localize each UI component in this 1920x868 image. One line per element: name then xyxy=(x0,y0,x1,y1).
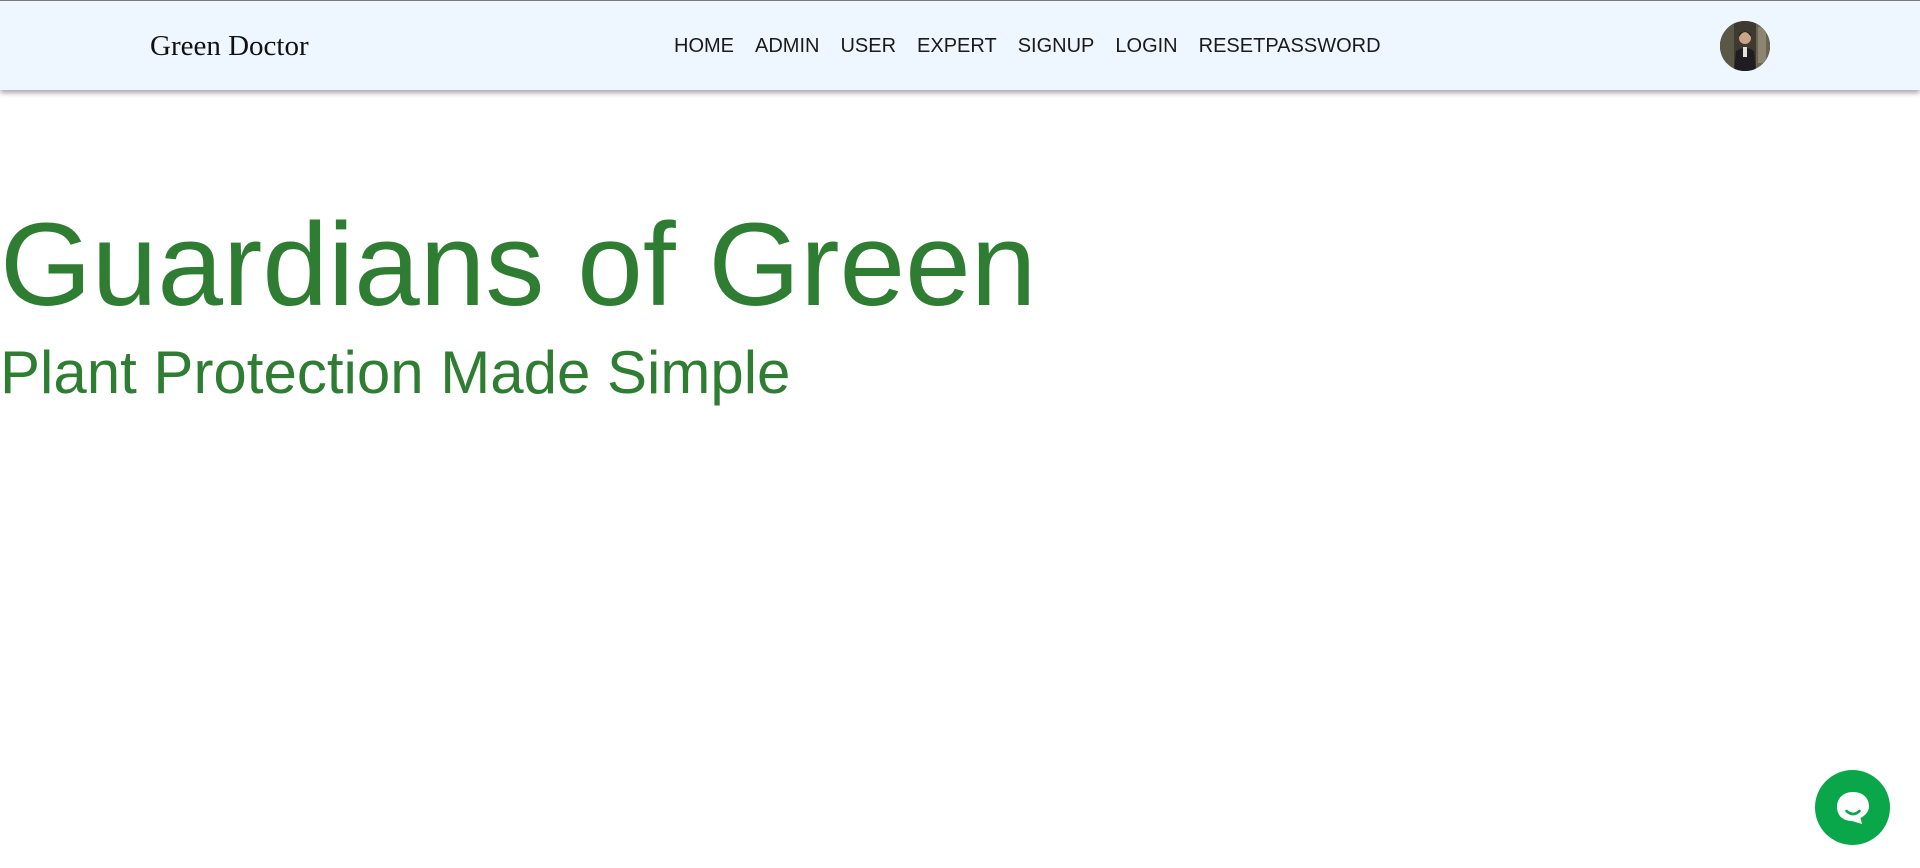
user-avatar[interactable] xyxy=(1720,21,1770,71)
nav-links: HOME ADMIN USER EXPERT SIGNUP LOGIN RESE… xyxy=(674,33,1381,59)
chat-button[interactable] xyxy=(1815,770,1890,845)
nav-link-home[interactable]: HOME xyxy=(674,33,734,59)
nav-link-login[interactable]: LOGIN xyxy=(1115,33,1177,59)
avatar-photo-icon xyxy=(1720,21,1770,71)
nav-link-expert[interactable]: EXPERT xyxy=(917,33,997,59)
hero-title: Guardians of Green xyxy=(0,199,1037,331)
navbar: Green Doctor HOME ADMIN USER EXPERT SIGN… xyxy=(0,0,1920,90)
brand-logo[interactable]: Green Doctor xyxy=(150,28,309,64)
chat-bubble-icon xyxy=(1836,791,1869,824)
nav-link-admin[interactable]: ADMIN xyxy=(755,33,819,59)
nav-link-user[interactable]: USER xyxy=(840,33,896,59)
nav-link-signup[interactable]: SIGNUP xyxy=(1018,33,1095,59)
hero-subtitle: Plant Protection Made Simple xyxy=(0,339,791,406)
nav-link-resetpassword[interactable]: RESETPASSWORD xyxy=(1199,33,1381,59)
